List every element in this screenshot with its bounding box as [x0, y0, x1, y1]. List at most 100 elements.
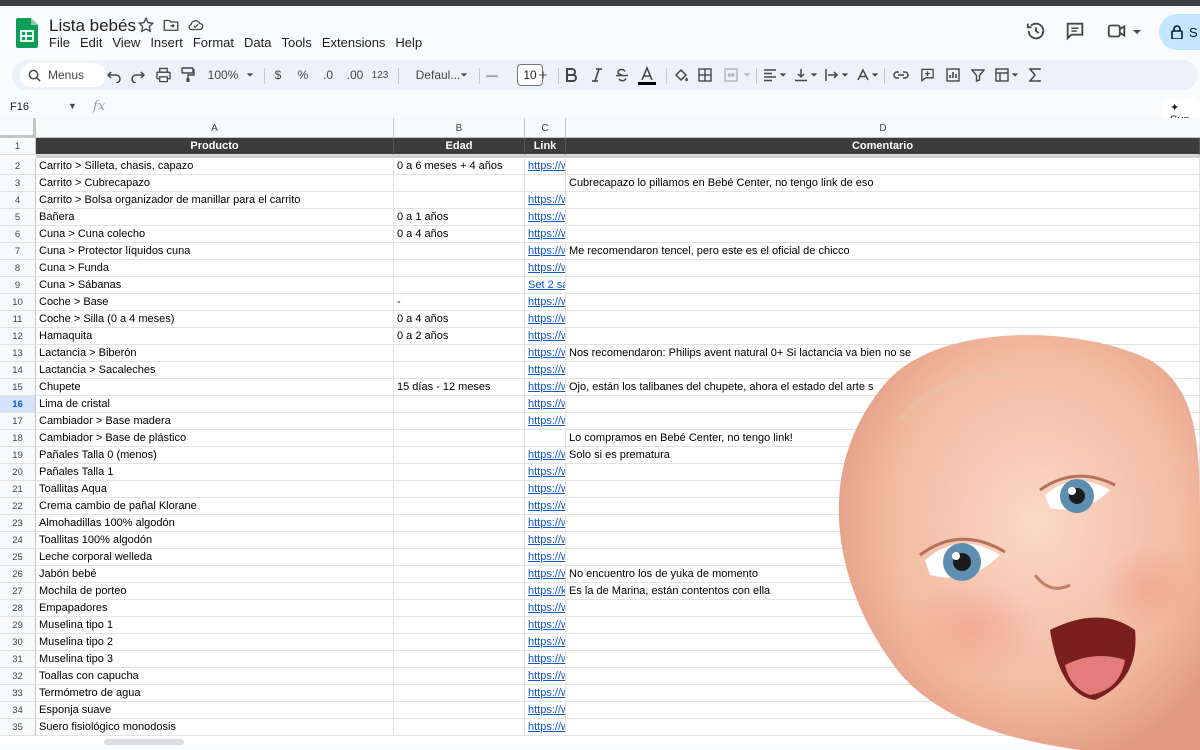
- strikethrough-icon[interactable]: [615, 67, 629, 83]
- cell-comentario[interactable]: [566, 226, 1200, 243]
- cell-producto[interactable]: Cuna > Sábanas: [36, 277, 394, 294]
- filter-views-caret-icon[interactable]: [1011, 67, 1019, 83]
- cell-link[interactable]: https://w: [525, 243, 566, 260]
- cell-edad[interactable]: [394, 396, 525, 413]
- document-title[interactable]: Lista bebés: [49, 16, 136, 36]
- row-number[interactable]: 1: [0, 138, 36, 155]
- percent-format-button[interactable]: %: [296, 67, 310, 83]
- row-number[interactable]: 11: [0, 311, 36, 328]
- cell-link[interactable]: https://w: [525, 702, 566, 719]
- font-size-increase-button[interactable]: +: [537, 67, 549, 84]
- cell-edad[interactable]: [394, 549, 525, 566]
- row-number[interactable]: 27: [0, 583, 36, 600]
- zoom-select[interactable]: 100%: [206, 67, 240, 83]
- cell-edad[interactable]: 0 a 1 años: [394, 209, 525, 226]
- italic-icon[interactable]: [591, 67, 603, 83]
- valign-caret-icon[interactable]: [810, 67, 818, 83]
- cell-link[interactable]: https://w: [525, 311, 566, 328]
- row-number[interactable]: 8: [0, 260, 36, 277]
- cell-producto[interactable]: Chupete: [36, 379, 394, 396]
- row-number[interactable]: 5: [0, 209, 36, 226]
- cell-producto[interactable]: Suero fisiológico monodosis: [36, 719, 394, 736]
- header-edad[interactable]: Edad: [394, 138, 525, 155]
- cell-edad[interactable]: [394, 566, 525, 583]
- cell-producto[interactable]: Toallitas 100% algodón: [36, 532, 394, 549]
- cell-edad[interactable]: 0 a 4 años: [394, 226, 525, 243]
- functions-sigma-icon[interactable]: [1029, 67, 1041, 83]
- cell-link[interactable]: https://w: [525, 345, 566, 362]
- cell-edad[interactable]: [394, 362, 525, 379]
- row-number[interactable]: 17: [0, 413, 36, 430]
- column-header-c[interactable]: C: [525, 118, 566, 138]
- row-number[interactable]: 10: [0, 294, 36, 311]
- row-number[interactable]: 4: [0, 192, 36, 209]
- cell-edad[interactable]: [394, 447, 525, 464]
- header-producto[interactable]: Producto: [36, 138, 394, 155]
- column-header-a[interactable]: A: [36, 118, 394, 138]
- text-wrapping-icon[interactable]: [825, 67, 839, 83]
- name-box-caret-icon[interactable]: ▼: [68, 101, 77, 111]
- cell-edad[interactable]: [394, 430, 525, 447]
- cell-link[interactable]: https://w: [525, 719, 566, 736]
- more-formats-button[interactable]: 123: [371, 67, 389, 83]
- text-rotation-icon[interactable]: [856, 67, 870, 83]
- cell-link[interactable]: https://w: [525, 617, 566, 634]
- row-number[interactable]: 29: [0, 617, 36, 634]
- row-number[interactable]: 7: [0, 243, 36, 260]
- cell-edad[interactable]: [394, 583, 525, 600]
- cell-link[interactable]: [525, 430, 566, 447]
- cell-link[interactable]: https://w: [525, 362, 566, 379]
- halign-caret-icon[interactable]: [779, 67, 787, 83]
- cell-edad[interactable]: [394, 464, 525, 481]
- horizontal-scrollbar[interactable]: [104, 739, 184, 745]
- cell-edad[interactable]: [394, 481, 525, 498]
- cell-producto[interactable]: Pañales Talla 0 (menos): [36, 447, 394, 464]
- filter-views-icon[interactable]: [995, 67, 1009, 83]
- cell-edad[interactable]: [394, 345, 525, 362]
- cell-link[interactable]: https://w: [525, 549, 566, 566]
- cell-producto[interactable]: Muselina tipo 1: [36, 617, 394, 634]
- row-number[interactable]: 6: [0, 226, 36, 243]
- cell-edad[interactable]: [394, 600, 525, 617]
- cell-comentario[interactable]: [566, 277, 1200, 294]
- row-number[interactable]: 33: [0, 685, 36, 702]
- insert-link-icon[interactable]: [893, 67, 909, 83]
- cell-comentario[interactable]: Cubrecapazo lo pillamos en Bebé Center, …: [566, 175, 1200, 192]
- row-number[interactable]: 16: [0, 396, 36, 413]
- cell-edad[interactable]: 0 a 4 años: [394, 311, 525, 328]
- cell-producto[interactable]: Mochila de porteo: [36, 583, 394, 600]
- meet-dropdown-caret-icon[interactable]: [1132, 28, 1142, 36]
- cell-link[interactable]: https://w: [525, 532, 566, 549]
- cell-link[interactable]: https://w: [525, 260, 566, 277]
- cell-edad[interactable]: [394, 413, 525, 430]
- cell-edad[interactable]: [394, 243, 525, 260]
- row-number[interactable]: 20: [0, 464, 36, 481]
- filter-icon[interactable]: [971, 67, 985, 83]
- menu-format[interactable]: Format: [193, 35, 244, 51]
- cell-link[interactable]: https://w: [525, 668, 566, 685]
- cell-producto[interactable]: Termómetro de agua: [36, 685, 394, 702]
- cell-producto[interactable]: Esponja suave: [36, 702, 394, 719]
- cell-producto[interactable]: Lactancia > Sacaleches: [36, 362, 394, 379]
- menu-edit[interactable]: Edit: [80, 35, 112, 51]
- row-number[interactable]: 3: [0, 175, 36, 192]
- menu-view[interactable]: View: [112, 35, 150, 51]
- menu-tools[interactable]: Tools: [281, 35, 321, 51]
- cell-link[interactable]: https://w: [525, 498, 566, 515]
- cell-producto[interactable]: Hamaquita: [36, 328, 394, 345]
- row-number[interactable]: 24: [0, 532, 36, 549]
- currency-format-button[interactable]: $: [271, 67, 285, 83]
- row-number[interactable]: 32: [0, 668, 36, 685]
- cell-link[interactable]: https://w: [525, 396, 566, 413]
- cell-edad[interactable]: [394, 685, 525, 702]
- cell-producto[interactable]: Toallitas Aqua: [36, 481, 394, 498]
- cell-link[interactable]: https://w: [525, 328, 566, 345]
- cell-producto[interactable]: Coche > Base: [36, 294, 394, 311]
- cell-link[interactable]: https://w: [525, 515, 566, 532]
- bold-icon[interactable]: [565, 67, 577, 83]
- horizontal-align-icon[interactable]: [763, 67, 777, 83]
- cell-comentario[interactable]: [566, 294, 1200, 311]
- cell-link[interactable]: https://w: [525, 226, 566, 243]
- cell-producto[interactable]: Cuna > Funda: [36, 260, 394, 277]
- cell-link[interactable]: [525, 175, 566, 192]
